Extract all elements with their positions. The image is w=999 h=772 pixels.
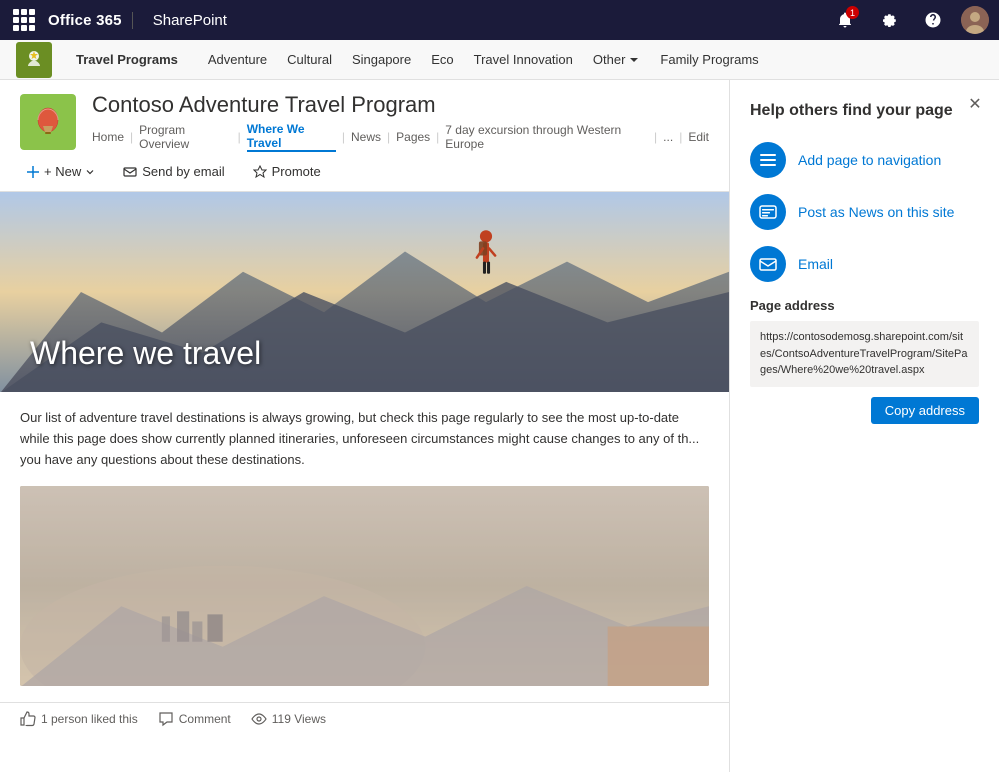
- email-toolbar-icon: [123, 165, 137, 179]
- office-label[interactable]: Office 365: [48, 12, 133, 29]
- new-button[interactable]: + New: [20, 160, 101, 183]
- settings-icon: [880, 11, 898, 29]
- thumbs-up-icon: [20, 711, 36, 727]
- nav-item-other[interactable]: Other: [593, 52, 641, 67]
- breadcrumb-excursion[interactable]: 7 day excursion through Western Europe: [445, 123, 648, 151]
- comment-label: Comment: [179, 712, 231, 726]
- plus-icon: [26, 165, 40, 179]
- body-paragraph: Our list of adventure travel destination…: [20, 408, 709, 470]
- hot-air-balloon-icon: [30, 104, 66, 140]
- send-email-label: Send by email: [142, 164, 224, 179]
- notification-badge: 1: [846, 6, 859, 19]
- comment-icon: [158, 711, 174, 727]
- help-icon: [924, 11, 942, 29]
- promote-icon: [253, 165, 267, 179]
- news-icon: [758, 202, 778, 222]
- eye-icon: [251, 711, 267, 727]
- page-title-area: Contoso Adventure Travel Program Home | …: [92, 92, 709, 152]
- other-label: Other: [593, 52, 626, 67]
- add-to-nav-action[interactable]: Add page to navigation: [750, 142, 979, 178]
- logo-icon: [22, 48, 46, 72]
- comment-button[interactable]: Comment: [158, 711, 231, 727]
- nav-item-family[interactable]: Family Programs: [660, 52, 758, 67]
- avatar-image: [961, 6, 989, 34]
- promote-label: Promote: [272, 164, 321, 179]
- breadcrumb-more[interactable]: ...: [663, 130, 673, 144]
- email-action-label: Email: [798, 256, 833, 272]
- post-news-label: Post as News on this site: [798, 204, 954, 220]
- chevron-down-icon: [628, 54, 640, 66]
- views-count: 119 Views: [251, 711, 326, 727]
- email-action[interactable]: Email: [750, 246, 979, 282]
- page-content: Contoso Adventure Travel Program Home | …: [0, 80, 729, 772]
- nav-item-adventure[interactable]: Adventure: [208, 52, 267, 67]
- add-to-nav-label: Add page to navigation: [798, 152, 941, 168]
- breadcrumb: Home | Program Overview | Where We Trave…: [92, 122, 709, 152]
- breadcrumb-home[interactable]: Home: [92, 130, 124, 144]
- side-panel-title: Help others find your page: [750, 100, 979, 122]
- page-body-text: Our list of adventure travel destination…: [0, 392, 729, 486]
- sharepoint-label[interactable]: SharePoint: [143, 12, 227, 29]
- nav-item-eco[interactable]: Eco: [431, 52, 453, 67]
- waffle-icon: [13, 9, 35, 31]
- new-label: + New: [44, 164, 81, 179]
- close-panel-button[interactable]: ✕: [963, 92, 987, 116]
- top-nav-actions: 1: [829, 4, 989, 36]
- breadcrumb-where-we-travel[interactable]: Where We Travel: [247, 122, 336, 152]
- nav-item-singapore[interactable]: Singapore: [352, 52, 411, 67]
- site-title[interactable]: Travel Programs: [76, 52, 178, 67]
- email-icon-bg: [750, 246, 786, 282]
- views-label: 119 Views: [272, 712, 326, 726]
- breadcrumb-edit[interactable]: Edit: [688, 130, 709, 144]
- email-icon: [758, 254, 778, 274]
- top-navigation: Office 365 SharePoint 1: [0, 0, 999, 40]
- likes-button[interactable]: 1 person liked this: [20, 711, 138, 727]
- help-button[interactable]: [917, 4, 949, 36]
- page-header: Contoso Adventure Travel Program Home | …: [0, 80, 729, 152]
- menu-icon: [758, 150, 778, 170]
- likes-count: 1 person liked this: [41, 712, 138, 726]
- page-address-box[interactable]: https://contosodemosg.sharepoint.com/sit…: [750, 321, 979, 387]
- site-logo[interactable]: [16, 42, 52, 78]
- promote-button[interactable]: Promote: [247, 160, 327, 183]
- footer-bar: 1 person liked this Comment 119 Views: [0, 702, 729, 735]
- waffle-button[interactable]: [10, 6, 38, 34]
- nav-item-cultural[interactable]: Cultural: [287, 52, 332, 67]
- post-news-action[interactable]: Post as News on this site: [750, 194, 979, 230]
- breadcrumb-program-overview[interactable]: Program Overview: [139, 123, 231, 151]
- page-toolbar: + New Send by email Promote: [0, 152, 729, 192]
- add-nav-icon-bg: [750, 142, 786, 178]
- breadcrumb-pages[interactable]: Pages: [396, 130, 430, 144]
- page-address-label: Page address: [750, 298, 979, 313]
- hero-title: Where we travel: [30, 335, 261, 372]
- site-navigation: Travel Programs Adventure Cultural Singa…: [0, 40, 999, 80]
- settings-button[interactable]: [873, 4, 905, 36]
- breadcrumb-news[interactable]: News: [351, 130, 381, 144]
- dropdown-arrow-icon: [85, 167, 95, 177]
- post-news-icon-bg: [750, 194, 786, 230]
- hero-image: Where we travel: [0, 192, 729, 392]
- main-layout: Contoso Adventure Travel Program Home | …: [0, 80, 999, 772]
- second-image-overlay: [20, 486, 709, 686]
- page-main-title: Contoso Adventure Travel Program: [92, 92, 709, 118]
- nav-item-travel-innovation[interactable]: Travel Innovation: [474, 52, 573, 67]
- send-email-button[interactable]: Send by email: [117, 160, 230, 183]
- second-image: [20, 486, 709, 686]
- notification-button[interactable]: 1: [829, 4, 861, 36]
- page-icon: [20, 94, 76, 150]
- side-panel: ✕ Help others find your page Add page to…: [729, 80, 999, 772]
- copy-address-button[interactable]: Copy address: [871, 397, 979, 424]
- user-avatar[interactable]: [961, 6, 989, 34]
